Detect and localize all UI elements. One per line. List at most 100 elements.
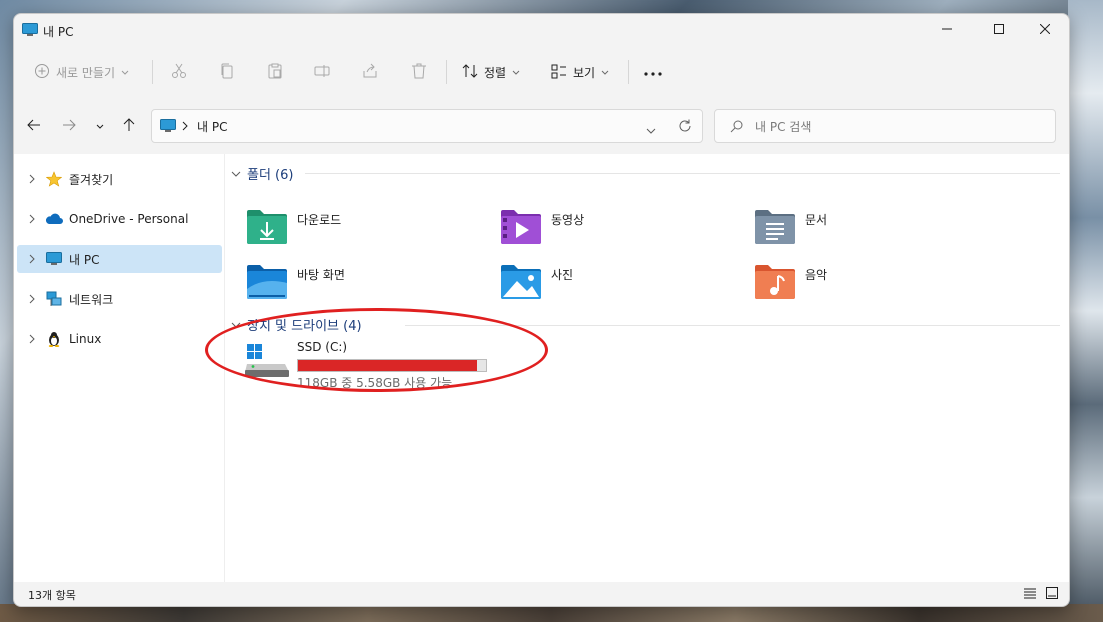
forward-button[interactable] (57, 114, 81, 138)
group-header-folders[interactable]: 폴더 (6) (231, 163, 293, 183)
folder-label: 음악 (805, 268, 828, 282)
navigation-pane: 즐겨찾기 OneDrive - Personal 내 PC 네트워크 Linux (14, 154, 225, 582)
minimize-button[interactable] (924, 14, 970, 46)
main-pane: 폴더 (6) 다운로드 동영상 문서 바탕 화면 사진 음악 장치 및 드라이브… (225, 154, 1069, 582)
drive-name: SSD (C:) (297, 340, 348, 354)
folder-label: 다운로드 (297, 213, 342, 227)
group-header-devices[interactable]: 장치 및 드라이브 (4) (231, 314, 362, 334)
sort-button[interactable]: 정렬 (462, 52, 520, 92)
folder-tile-videos[interactable]: 동영상 (499, 206, 584, 250)
network-icon (43, 291, 65, 307)
sidebar-item-label: 네트워크 (69, 292, 114, 307)
paste-button[interactable] (267, 52, 283, 92)
rename-button[interactable] (314, 52, 330, 92)
chevron-down-icon (121, 65, 129, 79)
chevron-down-icon (601, 65, 609, 79)
window-title: 내 PC (43, 25, 74, 39)
chevron-down-icon (512, 65, 520, 79)
sidebar-item-label: OneDrive - Personal (69, 212, 189, 226)
up-button[interactable] (117, 114, 141, 138)
folder-tile-desktop[interactable]: 바탕 화면 (245, 261, 345, 305)
title-bar[interactable]: 내 PC (14, 14, 1069, 46)
group-title: 장치 및 드라이브 (4) (247, 318, 362, 334)
copy-icon (219, 63, 235, 82)
refresh-icon[interactable] (678, 119, 692, 136)
sidebar-item-label: 내 PC (69, 252, 100, 267)
folder-tile-downloads[interactable]: 다운로드 (245, 206, 341, 250)
videos-folder-icon (499, 206, 543, 246)
penguin-icon (43, 331, 65, 347)
delete-icon (411, 63, 427, 82)
pictures-folder-icon (499, 261, 543, 301)
address-history-icon[interactable] (646, 123, 656, 137)
group-divider (405, 325, 1060, 326)
address-path[interactable]: 내 PC (197, 118, 227, 135)
group-title: 폴더 (6) (247, 167, 294, 183)
view-label: 보기 (573, 65, 596, 80)
status-bar: 13개 항목 (14, 582, 1069, 606)
sort-label: 정렬 (484, 65, 507, 80)
documents-folder-icon (753, 206, 797, 246)
search-icon (730, 120, 743, 136)
command-bar: 새로 만들기 정렬 보기 (14, 52, 1069, 92)
navigation-bar: 내 PC 내 PC 검색 (14, 109, 1069, 143)
more-options-button[interactable] (644, 52, 662, 92)
folder-tile-documents[interactable]: 문서 (753, 206, 827, 250)
search-placeholder: 내 PC 검색 (755, 120, 812, 134)
monitor-icon (160, 119, 176, 136)
back-button[interactable] (22, 114, 46, 138)
toolbar-divider (152, 60, 153, 84)
view-button[interactable]: 보기 (551, 52, 609, 92)
folder-label: 바탕 화면 (297, 268, 345, 282)
star-icon (43, 171, 65, 187)
chevron-down-icon (231, 166, 241, 181)
chevron-right-icon[interactable] (21, 174, 43, 184)
content-area: 즐겨찾기 OneDrive - Personal 내 PC 네트워크 Linux (14, 154, 1069, 582)
folder-label: 사진 (551, 268, 574, 282)
wallpaper (1068, 0, 1103, 622)
arrow-up-icon (123, 117, 135, 135)
new-button[interactable]: 새로 만들기 (34, 52, 129, 92)
folder-tile-pictures[interactable]: 사진 (499, 261, 573, 305)
chevron-right-icon[interactable] (21, 334, 43, 344)
address-bar[interactable]: 내 PC (151, 109, 703, 143)
folder-label: 문서 (805, 213, 828, 227)
copy-button[interactable] (219, 52, 235, 92)
sidebar-item-this-pc[interactable]: 내 PC (17, 245, 222, 273)
recent-locations-button[interactable] (88, 114, 112, 138)
drive-tile-c[interactable]: SSD (C:) 118GB 중 5.58GB 사용 가능 (245, 340, 505, 390)
folder-tile-music[interactable]: 음악 (753, 261, 827, 305)
share-button[interactable] (362, 52, 378, 92)
tiles-view-icon[interactable] (1046, 587, 1058, 602)
chevron-down-icon (231, 317, 241, 332)
new-label: 새로 만들기 (56, 65, 116, 80)
sidebar-item-label: Linux (69, 332, 102, 346)
monitor-icon (43, 252, 65, 266)
monitor-icon (22, 23, 38, 40)
drive-usage-fill (298, 360, 478, 371)
chevron-right-icon[interactable] (21, 214, 43, 224)
drive-usage-bar (297, 359, 487, 372)
chevron-right-icon (182, 120, 188, 134)
close-button[interactable] (1022, 14, 1068, 46)
folder-label: 동영상 (551, 213, 585, 227)
sidebar-item-linux[interactable]: Linux (17, 325, 222, 353)
search-box[interactable]: 내 PC 검색 (714, 109, 1056, 143)
paste-icon (267, 63, 283, 82)
delete-button[interactable] (411, 52, 427, 92)
chevron-right-icon[interactable] (21, 294, 43, 304)
details-view-icon[interactable] (1024, 588, 1036, 602)
plus-circle-icon (34, 63, 50, 82)
sidebar-item-quick-access[interactable]: 즐겨찾기 (17, 165, 222, 193)
file-explorer-window: 내 PC 새로 만들기 정렬 보기 내 PC 내 PC 검색 즐겨찾기 OneD… (13, 13, 1070, 607)
cloud-icon (43, 213, 65, 225)
sort-icon (462, 63, 478, 82)
cut-button[interactable] (171, 52, 187, 92)
sidebar-item-network[interactable]: 네트워크 (17, 285, 222, 313)
sidebar-item-onedrive[interactable]: OneDrive - Personal (17, 205, 222, 233)
view-icon (551, 63, 567, 82)
chevron-right-icon[interactable] (21, 254, 43, 264)
maximize-button[interactable] (976, 14, 1022, 46)
minimize-icon (942, 23, 952, 37)
rename-icon (314, 63, 330, 82)
